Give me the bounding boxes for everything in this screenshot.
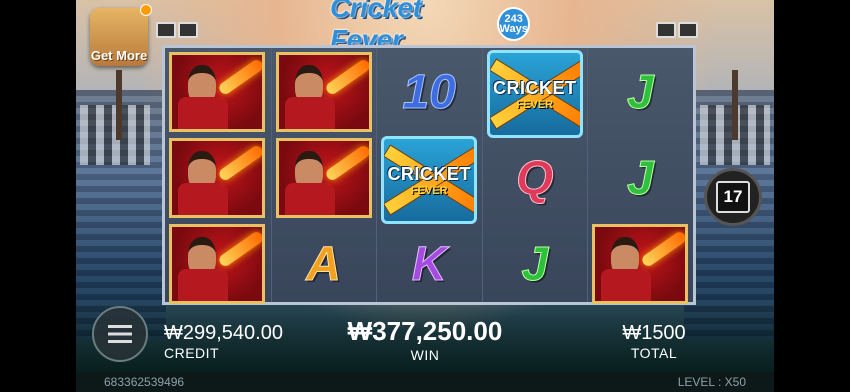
notification-dot: [140, 4, 152, 16]
symbol-j: J: [627, 65, 655, 119]
symbol-k: K: [411, 237, 447, 291]
level-label: LEVEL :: [677, 375, 722, 389]
total-label: TOTAL: [630, 345, 678, 361]
symbol-player: [169, 224, 265, 304]
symbol-q: Q: [516, 151, 554, 205]
total-amount: ₩1500: [622, 322, 686, 344]
level-info: LEVEL : X50: [678, 375, 746, 389]
footer-bar: 683362539496 LEVEL : X50: [76, 372, 774, 392]
symbol-player: [592, 224, 689, 304]
ways-label: Ways: [499, 23, 528, 35]
menu-button[interactable]: [92, 306, 148, 362]
session-id: 683362539496: [104, 375, 185, 389]
speaker-icon: [156, 22, 176, 38]
symbol-player: [169, 52, 265, 132]
get-more-label: Get More: [90, 48, 148, 63]
get-more-button[interactable]: Get More: [90, 4, 152, 66]
symbol-wild: CRICKET FEVER: [381, 136, 478, 224]
reel-4: CRICKET FEVER Q J: [481, 48, 588, 302]
reel-1: [165, 48, 271, 304]
win-stat: ₩377,250.00 WIN: [340, 316, 510, 363]
reel-2: A: [270, 48, 377, 302]
reel-grid[interactable]: A 10 CRICKET FEVER K CRICKET FEVER Q J J J: [162, 45, 696, 305]
credit-label: CREDIT: [164, 345, 220, 361]
game-area: Get More Cricket Fever 243 Ways A 10 CRICK…: [76, 0, 774, 392]
win-label: WIN: [410, 347, 440, 363]
symbol-a: A: [306, 237, 342, 291]
win-amount: ₩377,250.00: [347, 316, 503, 346]
wild-text-fever: FEVER: [516, 98, 554, 111]
wild-text-cricket: CRICKET: [493, 77, 577, 98]
flags-left: [80, 105, 150, 165]
wild-text-fever: FEVER: [410, 184, 448, 197]
symbol-10: 10: [402, 65, 456, 119]
reel-3: 10 CRICKET FEVER K: [376, 48, 482, 302]
symbol-wild: CRICKET FEVER: [486, 50, 583, 138]
ways-badge: 243 Ways: [497, 7, 530, 41]
speaker-icon: [178, 22, 198, 38]
reel-5: JJ: [587, 48, 693, 304]
spin-counter[interactable]: 17: [704, 168, 762, 226]
light-tower-right: [732, 70, 738, 140]
symbol-j: J: [521, 237, 549, 291]
game-logo: Cricket Fever 243 Ways: [330, 0, 530, 55]
speaker-icon: [656, 22, 676, 38]
symbol-player: [169, 138, 265, 218]
level-value: X50: [724, 375, 746, 389]
credit-stat: ₩299,540.00 CREDIT: [164, 322, 283, 361]
credit-amount: ₩299,540.00: [164, 322, 283, 344]
symbol-player: [275, 138, 372, 218]
symbol-player: [275, 52, 372, 132]
spin-counter-value: 17: [716, 181, 750, 213]
total-stat[interactable]: ₩1500 TOTAL: [616, 322, 692, 361]
light-tower-left: [116, 70, 122, 140]
wild-text-cricket: CRICKET: [387, 163, 471, 184]
symbol-j: J: [627, 151, 655, 205]
hamburger-icon: [108, 325, 132, 343]
speaker-icon: [678, 22, 698, 38]
